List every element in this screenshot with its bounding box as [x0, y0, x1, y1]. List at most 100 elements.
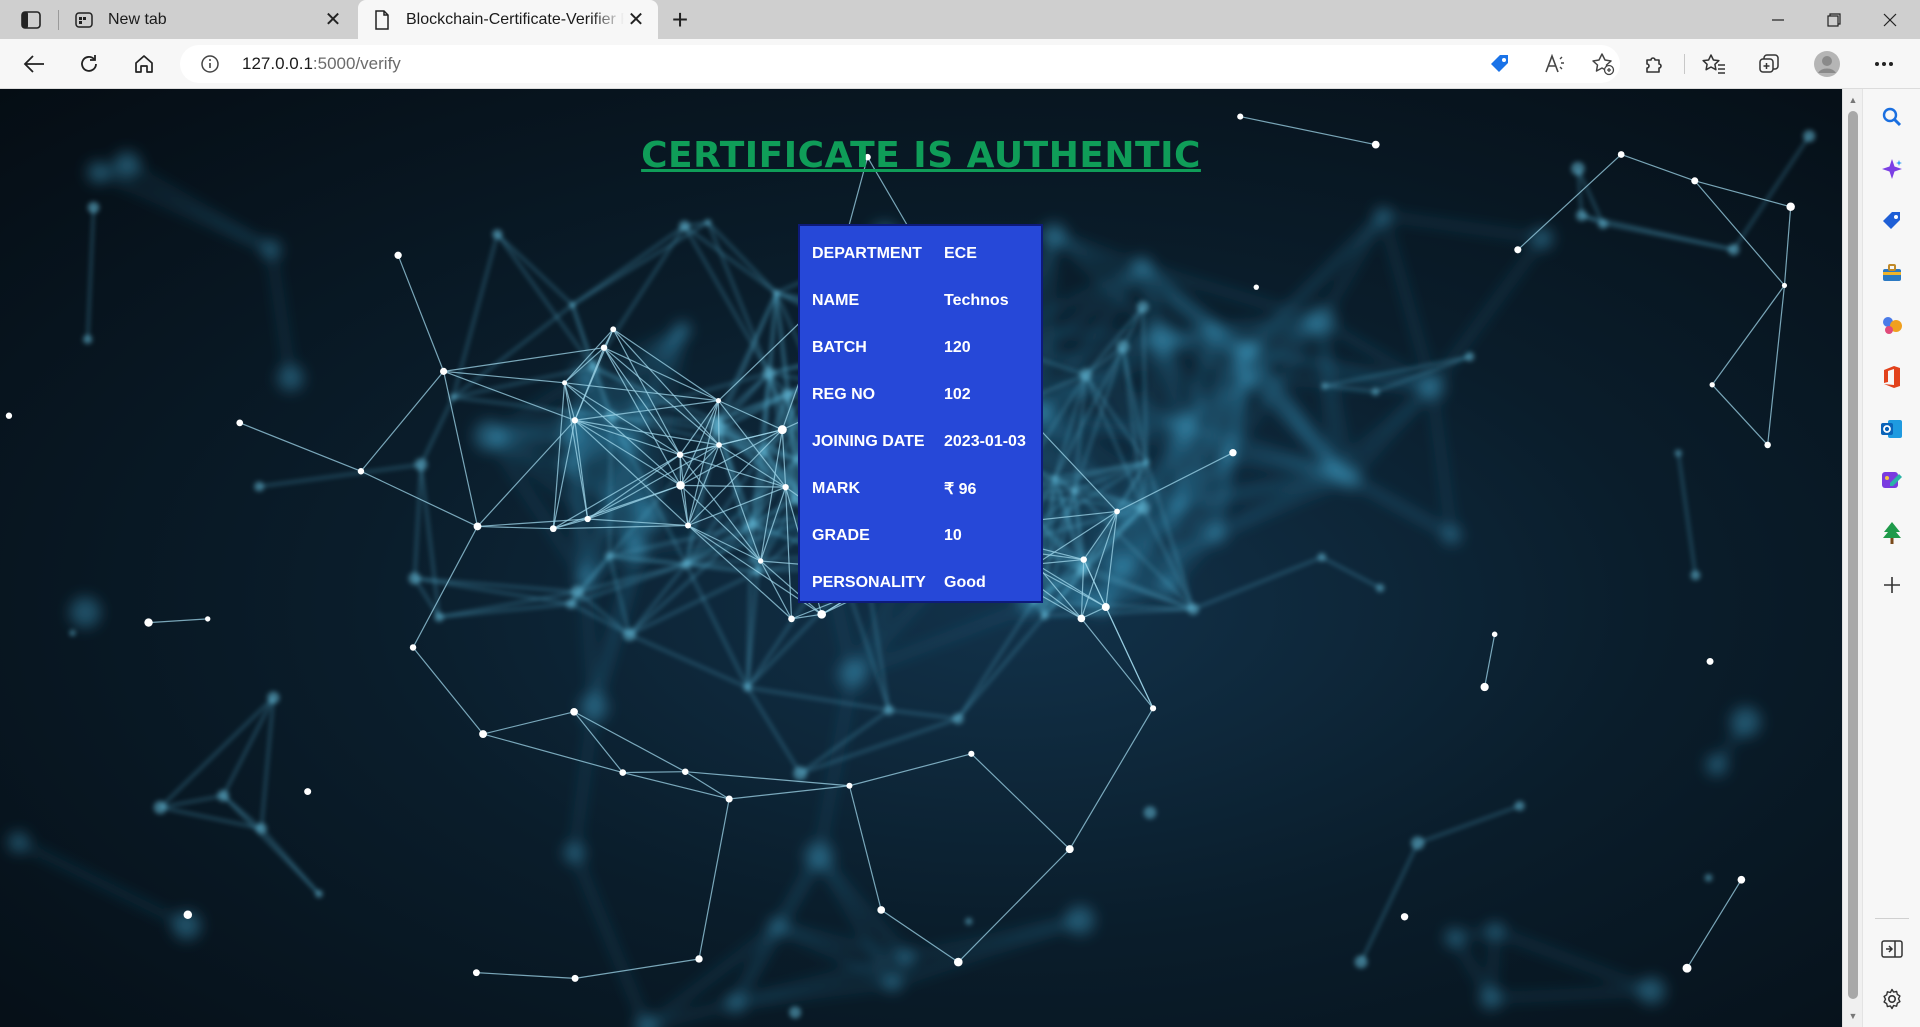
network-link	[1332, 385, 1434, 472]
minimize-icon[interactable]	[1751, 0, 1805, 39]
close-tab-icon[interactable]: ✕	[321, 8, 345, 32]
network-node	[1077, 614, 1086, 623]
hide-sidebar-icon[interactable]	[1878, 935, 1906, 963]
network-node	[1597, 218, 1609, 229]
site-info-icon[interactable]	[200, 54, 220, 74]
more-icon[interactable]	[1868, 48, 1900, 80]
close-window-icon[interactable]	[1863, 0, 1917, 39]
field-value: 10	[944, 526, 962, 544]
network-node	[1170, 412, 1200, 441]
network-node	[898, 949, 916, 966]
network-node	[254, 481, 265, 492]
network-node	[277, 365, 304, 392]
network-link	[1490, 988, 1652, 1001]
network-node	[884, 974, 902, 992]
network-link	[269, 249, 293, 379]
network-node	[1480, 682, 1489, 692]
network-node	[837, 659, 868, 689]
page-icon	[372, 9, 392, 30]
network-node	[1575, 209, 1588, 222]
network-node	[1727, 243, 1740, 256]
new-tab-button[interactable]: +	[664, 4, 696, 35]
back-icon[interactable]	[18, 48, 50, 80]
network-node	[472, 969, 480, 977]
games-icon[interactable]	[1878, 311, 1906, 339]
network-node	[1354, 955, 1368, 969]
tab-new-tab[interactable]: New tab ✕	[60, 0, 355, 39]
vertical-scrollbar[interactable]: ▲ ▼	[1842, 89, 1862, 1027]
network-link	[734, 981, 894, 1006]
network-node	[473, 420, 506, 452]
newtab-icon	[74, 10, 94, 30]
network-link	[685, 771, 850, 787]
certificate-row-joining-date: JOINING DATE 2023-01-03	[812, 418, 1041, 465]
tab-verifier[interactable]: Blockchain-Certificate-Verifier Re ✕	[358, 0, 658, 39]
network-link	[707, 221, 777, 294]
network-link	[957, 848, 1071, 963]
network-link	[159, 696, 275, 809]
scroll-down-icon[interactable]: ▼	[1847, 1009, 1859, 1023]
network-node	[1764, 441, 1771, 449]
network-node	[1116, 340, 1130, 354]
network-node	[1400, 913, 1409, 921]
network-node	[725, 993, 746, 1014]
network-link	[1141, 307, 1148, 463]
network-node	[1375, 583, 1385, 593]
copilot-icon[interactable]	[1878, 155, 1906, 183]
favorites-icon[interactable]	[1698, 48, 1730, 80]
network-node	[1143, 458, 1150, 466]
certificate-row-department: DEPARTMENT ECE	[812, 230, 1041, 277]
network-node	[1149, 705, 1157, 712]
settings-icon[interactable]	[1878, 985, 1906, 1013]
collections-icon[interactable]	[1753, 48, 1785, 80]
certificate-row-mark: MARK ₹ 96	[812, 465, 1041, 512]
tab-actions-icon[interactable]	[14, 8, 48, 32]
extensions-icon[interactable]	[1638, 48, 1670, 80]
home-icon[interactable]	[128, 48, 160, 80]
network-node	[255, 822, 267, 835]
shopping-tag-icon[interactable]	[1485, 50, 1515, 78]
network-node	[153, 800, 167, 815]
read-aloud-icon[interactable]	[1540, 50, 1570, 78]
address-bar[interactable]: 127.0.0.1:5000/verify	[180, 45, 1620, 83]
close-tab-icon[interactable]: ✕	[624, 8, 648, 32]
network-node	[772, 289, 780, 297]
network-node	[777, 425, 787, 435]
add-favorite-icon[interactable]	[1588, 50, 1618, 78]
network-link	[1711, 285, 1785, 386]
network-link	[222, 794, 320, 895]
tools-icon[interactable]	[1878, 259, 1906, 287]
network-node	[1730, 706, 1761, 737]
scroll-up-icon[interactable]: ▲	[1847, 93, 1859, 107]
network-link	[629, 571, 758, 636]
tree-icon[interactable]	[1878, 519, 1906, 547]
network-node	[725, 795, 733, 803]
network-node	[87, 201, 100, 214]
network-node	[757, 558, 764, 564]
network-node	[1114, 508, 1120, 515]
network-link	[685, 563, 749, 688]
network-link	[970, 753, 1071, 850]
scrollbar-thumb[interactable]	[1848, 111, 1858, 999]
profile-icon[interactable]	[1811, 48, 1843, 80]
network-node	[788, 615, 795, 623]
designer-icon[interactable]	[1878, 467, 1906, 495]
add-icon[interactable]	[1878, 571, 1906, 599]
refresh-icon[interactable]	[73, 48, 105, 80]
network-link	[684, 771, 730, 800]
office-icon[interactable]	[1878, 363, 1906, 391]
url-text[interactable]: 127.0.0.1:5000/verify	[242, 54, 401, 74]
network-node	[793, 766, 808, 781]
network-node	[357, 468, 365, 475]
network-node	[1411, 836, 1425, 850]
restore-icon[interactable]	[1807, 0, 1861, 39]
network-node	[492, 229, 503, 240]
outlook-icon[interactable]	[1878, 415, 1906, 443]
field-label: NAME	[812, 291, 860, 309]
shopping-icon[interactable]	[1878, 207, 1906, 235]
network-link	[888, 709, 959, 720]
search-icon[interactable]	[1878, 103, 1906, 131]
network-node	[315, 890, 323, 898]
network-node	[1065, 845, 1074, 854]
network-node	[1705, 754, 1728, 776]
